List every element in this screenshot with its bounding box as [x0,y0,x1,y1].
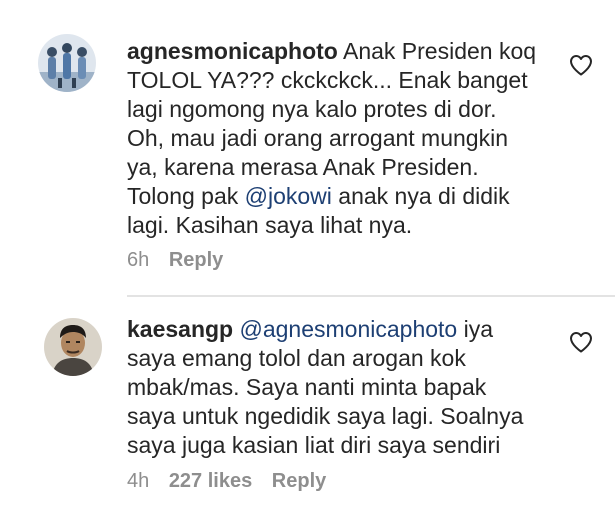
reply-button[interactable]: Reply [169,249,223,271]
comment-line: saya juga kasian liat diri saya sendiri [127,432,501,458]
avatar[interactable] [44,318,102,376]
comment-line: Tolong pak @jokowi anak nya di didik [127,182,536,211]
comment-line: saya emang tolol dan arogan kok [127,345,466,371]
likes-count[interactable]: 227 likes [169,470,252,492]
comment-line: mbak/mas. Saya nanti minta bapak [127,374,487,400]
comment-username[interactable]: kaesangp [127,316,233,342]
comment-item: kaesangp @agnesmonicaphoto iya saya eman… [0,298,615,525]
comment-line: kaesangp @agnesmonicaphoto iya [127,315,523,344]
mention-link[interactable]: @jokowi [245,183,332,209]
comment-line: agnesmonicaphoto Anak Presiden koq [127,37,536,66]
comment-item: agnesmonicaphoto Anak Presiden koq TOLOL… [0,0,615,292]
comment-line: ya, karena merasa Anak Presiden. [127,154,479,180]
comment-timestamp: 6h [127,249,150,271]
comment-line-text: anak nya di didik [331,183,510,209]
comment-line: lagi ngomong nya kalo protes di dor. [127,96,497,122]
heart-outline-icon [570,332,592,353]
comment-meta: 6h Reply [127,249,237,272]
comment-timestamp: 4h [127,470,150,492]
comment-line-text: Tolong pak [127,183,245,209]
comment-text: agnesmonicaphoto Anak Presiden koq TOLOL… [127,37,536,240]
comment-line: Oh, mau jadi orang arrogant mungkin [127,125,508,151]
reply-button[interactable]: Reply [272,470,326,492]
comment-line-text: iya [457,316,494,342]
like-button[interactable] [569,54,593,76]
avatar-profile-face-icon [44,318,102,376]
comment-line: TOLOL YA??? ckckckck... Enak banget [127,67,528,93]
divider [127,295,615,297]
heart-outline-icon [570,55,592,76]
comment-line: saya untuk ngedidik saya lagi. Soalnya [127,403,524,429]
avatar-group-photo-icon [38,34,96,92]
comment-text: kaesangp @agnesmonicaphoto iya saya eman… [127,315,523,460]
comment-line-text: Anak Presiden koq [342,38,537,64]
mention-link[interactable]: @agnesmonicaphoto [240,316,458,342]
comment-meta: 4h 227 likes Reply [127,470,340,493]
avatar[interactable] [38,34,96,92]
comment-username[interactable]: agnesmonicaphoto [127,38,338,64]
comment-line: lagi. Kasihan saya lihat nya. [127,212,413,238]
like-button[interactable] [569,331,593,353]
